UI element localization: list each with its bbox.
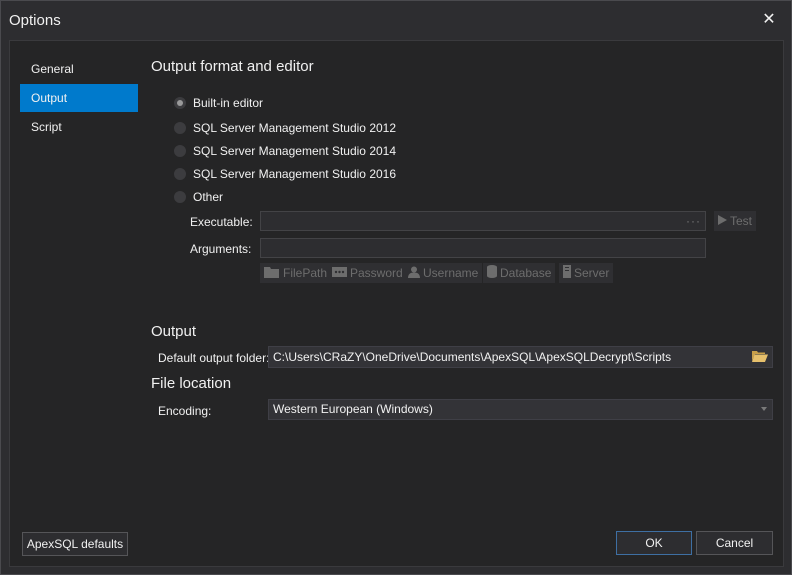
dialog-title: Options — [9, 12, 61, 29]
title-bar: Options ✕ — [1, 1, 791, 39]
radio-label: SQL Server Management Studio 2012 — [193, 121, 397, 135]
encoding-value: Western European (Windows) — [273, 402, 433, 416]
radio-built-in-editor[interactable]: Built-in editor — [174, 94, 263, 112]
apexsql-defaults-button[interactable]: ApexSQL defaults — [22, 532, 128, 556]
password-token-button[interactable]: Password — [328, 263, 407, 283]
output-format-heading: Output format and editor — [151, 58, 314, 75]
server-icon — [563, 265, 571, 281]
output-heading: Output — [151, 323, 197, 340]
radio-label: Built-in editor — [193, 96, 264, 110]
database-icon — [487, 265, 497, 281]
radio-label: Other — [193, 190, 224, 204]
nav-item-script[interactable]: Script — [20, 113, 138, 141]
server-token-label: Server — [574, 266, 610, 280]
executable-label: Executable: — [190, 215, 253, 229]
user-icon — [408, 266, 420, 281]
radio-ssms-2016[interactable]: SQL Server Management Studio 2016 — [174, 165, 396, 183]
close-icon[interactable]: ✕ — [759, 10, 779, 30]
radio-label: SQL Server Management Studio 2016 — [193, 167, 397, 181]
radio-ssms-2014[interactable]: SQL Server Management Studio 2014 — [174, 142, 396, 160]
play-icon — [718, 214, 727, 228]
test-label: Test — [730, 214, 753, 228]
username-token-label: Username — [423, 266, 479, 280]
open-folder-icon[interactable] — [752, 349, 768, 363]
default-output-folder-input[interactable]: C:\Users\CRaZY\OneDrive\Documents\ApexSQ… — [268, 346, 773, 368]
chevron-down-icon[interactable] — [761, 407, 767, 411]
encoding-select[interactable]: Western European (Windows) — [268, 399, 773, 420]
username-token-button[interactable]: Username — [404, 263, 483, 283]
arguments-input[interactable] — [260, 238, 706, 258]
cancel-button[interactable]: Cancel — [696, 531, 773, 555]
radio-label: SQL Server Management Studio 2014 — [193, 144, 397, 158]
radio-indicator[interactable] — [174, 122, 186, 134]
encoding-label: Encoding: — [158, 404, 212, 418]
database-token-button[interactable]: Database — [483, 263, 556, 283]
password-token-label: Password — [350, 266, 403, 280]
filepath-token-button[interactable]: FilePath — [260, 263, 332, 283]
browse-dots-icon[interactable]: ··· — [686, 212, 701, 230]
database-token-label: Database — [500, 266, 552, 280]
password-icon — [332, 266, 347, 280]
radio-ssms-2012[interactable]: SQL Server Management Studio 2012 — [174, 119, 396, 137]
default-output-folder-label: Default output folder: — [158, 351, 270, 365]
radio-indicator[interactable] — [174, 97, 186, 109]
folder-icon — [264, 266, 280, 281]
radio-indicator[interactable] — [174, 145, 186, 157]
server-token-button[interactable]: Server — [559, 263, 614, 283]
arguments-label: Arguments: — [190, 242, 252, 256]
options-nav: General Output Script — [20, 55, 138, 142]
radio-indicator[interactable] — [174, 168, 186, 180]
default-output-folder-value: C:\Users\CRaZY\OneDrive\Documents\ApexSQ… — [273, 350, 672, 364]
options-dialog: Options ✕ General Output Script Output f… — [0, 0, 792, 575]
test-button[interactable]: Test — [714, 211, 757, 231]
ok-button[interactable]: OK — [616, 531, 692, 555]
options-panel: General Output Script Output format and … — [9, 40, 784, 567]
radio-indicator[interactable] — [174, 191, 186, 203]
radio-other[interactable]: Other — [174, 188, 223, 206]
executable-input[interactable]: ··· — [260, 211, 706, 231]
filepath-token-label: FilePath — [283, 266, 328, 280]
nav-item-general[interactable]: General — [20, 55, 138, 83]
nav-item-output[interactable]: Output — [20, 84, 138, 112]
file-location-heading: File location — [151, 375, 232, 392]
